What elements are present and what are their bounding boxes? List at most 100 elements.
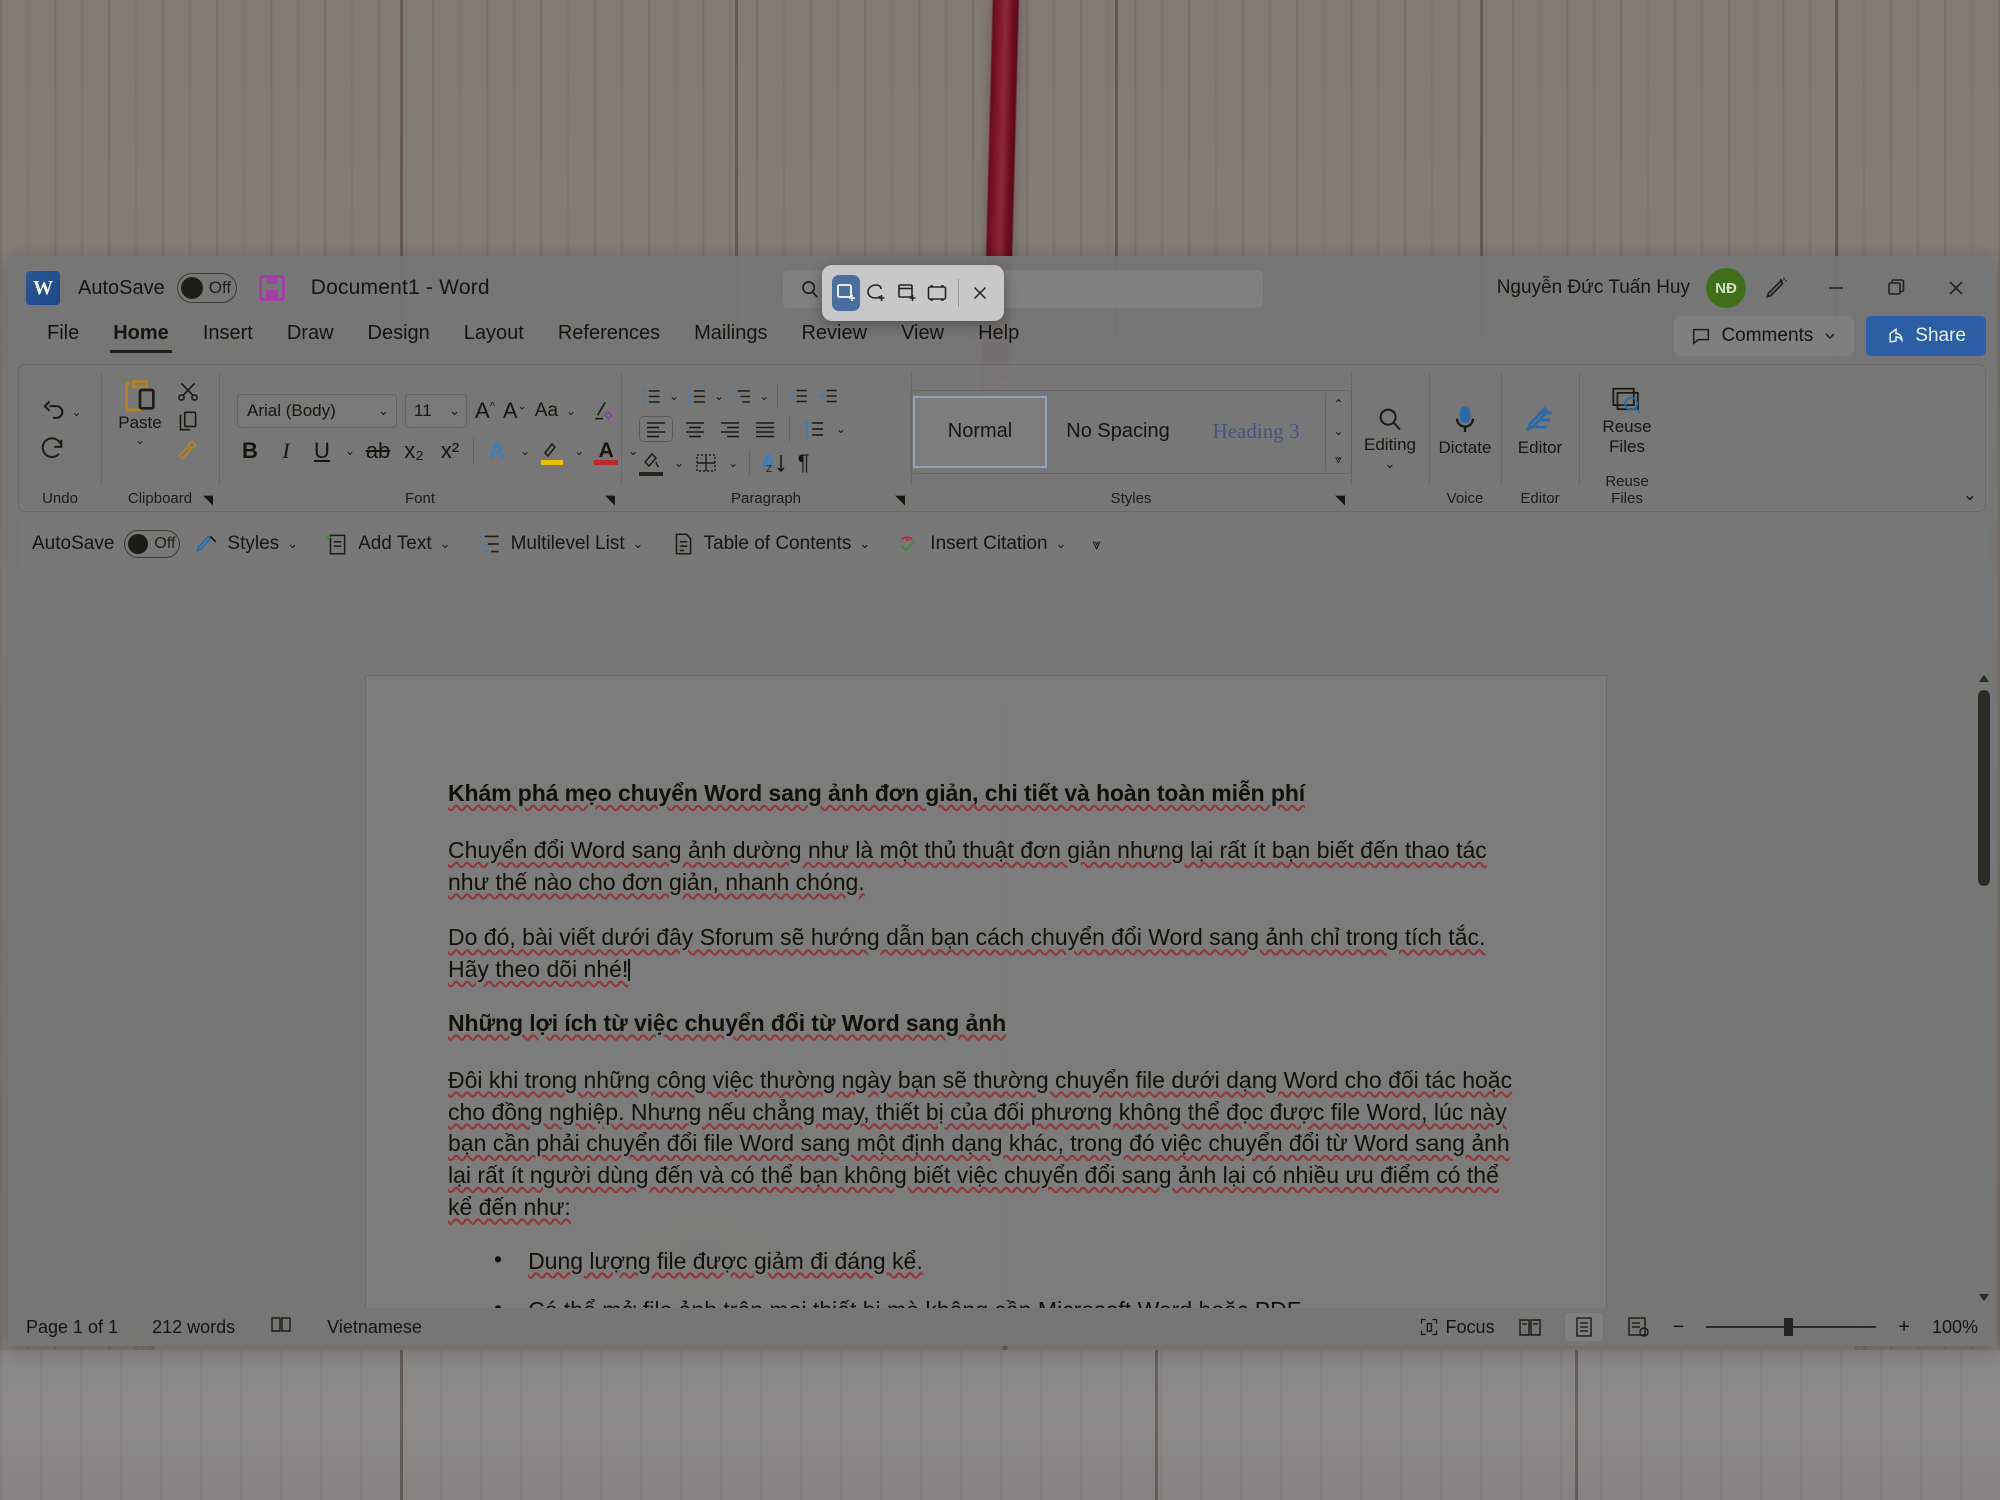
read-mode-icon[interactable] [1517, 1316, 1543, 1338]
more-styles-icon[interactable]: ⩔ [1335, 452, 1342, 467]
styles-dialog-launcher[interactable]: ◥ [1335, 492, 1345, 508]
tab-layout[interactable]: Layout [447, 320, 541, 353]
multilevel-list-icon[interactable]: 1ai [729, 385, 754, 407]
user-name[interactable]: Nguyễn Đức Tuấn Huy [1497, 277, 1690, 299]
align-right-icon[interactable] [717, 419, 743, 439]
sort-icon[interactable]: AZ [763, 451, 789, 475]
share-button[interactable]: Share [1866, 316, 1986, 356]
ribbon-display-options-button[interactable] [1746, 266, 1806, 310]
tab-mailings[interactable]: Mailings [677, 320, 784, 353]
close-button[interactable] [1926, 266, 1986, 310]
line-spacing-icon[interactable] [801, 418, 827, 440]
clipboard-dialog-launcher[interactable]: ◥ [203, 492, 213, 508]
tab-insert[interactable]: Insert [186, 320, 270, 353]
reuse-files-button[interactable]: Reuse Files [1590, 386, 1664, 456]
document-title[interactable]: Document1 - Word [311, 276, 490, 300]
minimize-button[interactable] [1806, 266, 1866, 310]
autosave-toggle[interactable]: Off [176, 273, 237, 303]
editor-button[interactable]: Editor [1503, 403, 1577, 457]
shading-button[interactable] [639, 449, 665, 476]
tab-references[interactable]: References [541, 320, 677, 353]
multilevel-list-button[interactable]: Multilevel List ⌄ [464, 525, 657, 563]
document-page[interactable]: Khám phá mẹo chuyển Word sang ảnh đơn gi… [366, 676, 1606, 1308]
align-center-icon[interactable] [682, 419, 708, 439]
tab-view[interactable]: View [884, 320, 961, 353]
copy-icon[interactable] [175, 408, 201, 434]
undo-button[interactable]: ⌄ [38, 398, 82, 426]
superscript-button[interactable]: x² [437, 438, 463, 464]
collapse-ribbon-icon[interactable]: ⌄ [1963, 485, 1977, 505]
proofing-icon[interactable] [269, 1315, 327, 1340]
font-dialog-launcher[interactable]: ◥ [605, 492, 615, 508]
add-text-button[interactable]: Add Text ⌄ [311, 525, 464, 563]
zoom-slider-thumb[interactable] [1784, 1318, 1794, 1336]
print-layout-button[interactable] [1564, 1313, 1603, 1341]
font-color-button[interactable]: A [594, 439, 619, 465]
style-no-spacing[interactable]: No Spacing [1051, 396, 1185, 468]
chevron-down-icon[interactable]: ⌄ [728, 456, 738, 470]
clear-formatting-icon[interactable] [590, 398, 616, 424]
grow-font-icon[interactable]: A^ [475, 398, 495, 424]
zoom-slider[interactable] [1706, 1318, 1877, 1336]
rectangular-snip-button[interactable] [832, 275, 861, 311]
zoom-level[interactable]: 100% [1932, 1317, 1978, 1338]
page-count[interactable]: Page 1 of 1 [26, 1317, 152, 1338]
paste-button[interactable]: Paste ⌄ [111, 375, 169, 447]
tab-file[interactable]: File [30, 320, 96, 353]
tab-review[interactable]: Review [784, 320, 884, 353]
zoom-in-button[interactable]: + [1898, 1316, 1910, 1339]
redo-button[interactable] [38, 434, 66, 462]
restore-button[interactable] [1866, 266, 1926, 310]
language-indicator[interactable]: Vietnamese [327, 1317, 456, 1338]
avatar[interactable]: NĐ [1706, 268, 1746, 308]
font-size-select[interactable]: 11 ⌄ [405, 393, 467, 428]
tab-help[interactable]: Help [961, 320, 1036, 353]
chevron-down-icon[interactable]: ⌄ [669, 389, 679, 403]
justify-icon[interactable] [752, 419, 778, 439]
freeform-snip-button[interactable] [862, 275, 890, 311]
table-of-contents-button[interactable]: Table of Contents ⌄ [657, 525, 884, 563]
change-case-button[interactable]: Aa [535, 400, 558, 422]
chevron-down-icon[interactable]: ⌄ [836, 422, 846, 436]
toolbar2-autosave-toggle[interactable]: Off [124, 530, 181, 558]
comments-button[interactable]: Comments [1674, 316, 1855, 356]
borders-icon[interactable] [693, 452, 719, 474]
font-name-select[interactable]: Arial (Body) ⌄ [237, 393, 397, 428]
save-icon[interactable] [258, 275, 285, 301]
fullscreen-snip-button[interactable] [923, 275, 951, 311]
subscript-button[interactable]: x₂ [401, 438, 427, 464]
text-effects-button[interactable]: A [484, 438, 510, 464]
chevron-down-icon[interactable]: ⌄ [566, 404, 576, 418]
chevron-down-icon[interactable]: ⌄ [574, 444, 584, 458]
numbering-icon[interactable]: 123 [684, 385, 709, 407]
insert-citation-button[interactable]: Insert Citation ⌄ [883, 525, 1079, 563]
chevron-down-icon[interactable]: ⌄ [71, 405, 81, 419]
scissors-icon[interactable] [175, 378, 201, 404]
dictate-button[interactable]: Dictate [1428, 403, 1502, 457]
styles-pane-button[interactable]: Styles ⌄ [180, 525, 311, 563]
tab-home[interactable]: Home [96, 320, 186, 353]
strikethrough-button[interactable]: ab [365, 438, 391, 464]
style-normal[interactable]: Normal [913, 395, 1047, 468]
focus-button[interactable]: Focus [1419, 1317, 1495, 1338]
vertical-scrollbar[interactable] [1976, 672, 1992, 1302]
scroll-up-icon[interactable] [1978, 672, 1990, 684]
web-layout-icon[interactable] [1625, 1316, 1651, 1338]
chevron-down-icon[interactable]: ⌄ [345, 444, 355, 458]
zoom-out-button[interactable]: − [1673, 1316, 1685, 1339]
increase-indent-icon[interactable] [816, 385, 841, 407]
chevron-down-icon[interactable]: ⌄ [759, 389, 769, 403]
decrease-indent-icon[interactable] [786, 385, 811, 407]
toolbar-overflow-button[interactable]: ⩔ [1079, 525, 1113, 563]
tab-design[interactable]: Design [351, 320, 447, 353]
style-heading-3[interactable]: Heading 3 [1189, 396, 1323, 468]
align-left-button[interactable] [639, 416, 673, 442]
shrink-font-icon[interactable]: A⌄ [503, 398, 527, 424]
scroll-up-icon[interactable]: ⌃ [1333, 397, 1343, 411]
chevron-down-icon[interactable]: ⌄ [520, 444, 530, 458]
show-formatting-marks-button[interactable]: ¶ [798, 450, 810, 476]
chevron-down-icon[interactable]: ⌄ [674, 456, 684, 470]
paragraph-dialog-launcher[interactable]: ◥ [895, 492, 905, 508]
format-painter-icon[interactable] [175, 438, 201, 464]
scrollbar-thumb[interactable] [1978, 690, 1990, 886]
